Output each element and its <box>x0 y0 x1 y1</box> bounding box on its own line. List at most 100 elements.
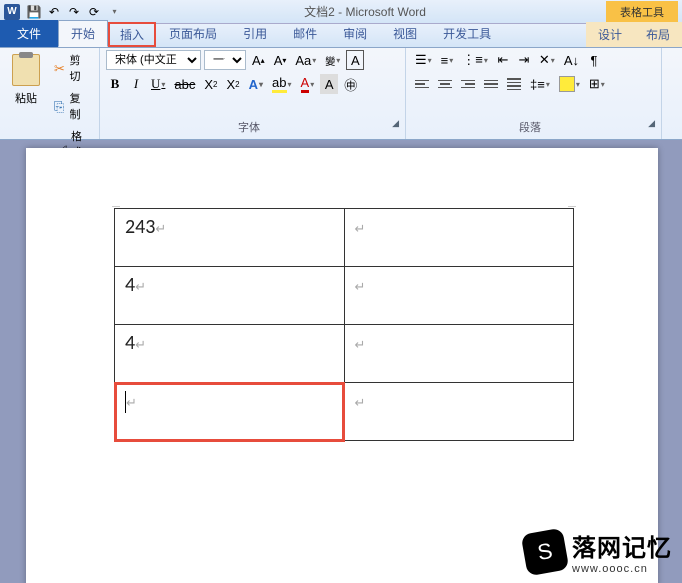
tab-review[interactable]: 审阅 <box>330 20 380 47</box>
enclose-characters-button[interactable]: ㊥ <box>341 74 360 94</box>
asian-layout-button[interactable]: ✕ <box>536 50 558 70</box>
paragraph-mark-icon: ↵ <box>135 338 146 353</box>
text-effects-button[interactable]: A <box>246 74 266 94</box>
italic-button[interactable]: I <box>127 74 145 94</box>
shading-button[interactable] <box>556 74 583 94</box>
contextual-tabs: 设计 布局 <box>586 22 682 47</box>
superscript-button[interactable]: X2 <box>224 74 243 94</box>
ribbon-group-clipboard: 粘贴 剪切 复制 格式刷 剪贴板◢ <box>0 48 100 139</box>
borders-button[interactable]: ⊞ <box>586 74 608 94</box>
bold-button[interactable]: B <box>106 74 124 94</box>
table-cell-active[interactable]: ↵ <box>115 383 345 441</box>
line-spacing-button[interactable]: ‡≡ <box>527 74 553 94</box>
highlight-button[interactable]: ab <box>269 74 294 94</box>
paragraph-mark-icon: ↵ <box>135 280 146 295</box>
tab-developer[interactable]: 开发工具 <box>430 20 504 47</box>
table-row: 243↵ ↵ <box>115 209 574 267</box>
cut-label: 剪切 <box>69 52 89 84</box>
decrease-indent-button[interactable]: ⇤ <box>494 50 512 70</box>
ribbon-group-font: 宋体 (中文正 一号 A▴ A▾ Aa 變 A B I U abc X2 X2 … <box>100 48 406 139</box>
font-size-select[interactable]: 一号 <box>204 50 246 70</box>
character-shading-button[interactable]: A <box>320 74 338 94</box>
grow-font-button[interactable]: A▴ <box>249 50 268 70</box>
word-app-icon: W <box>4 4 20 20</box>
scissors-icon <box>54 61 66 75</box>
watermark-url: www.oooc.cn <box>572 563 672 575</box>
paragraph-mark-icon: ↵ <box>355 338 366 353</box>
show-hide-button[interactable]: ¶ <box>585 50 603 70</box>
table-row: 4↵ ↵ <box>115 325 574 383</box>
distribute-button[interactable] <box>504 74 524 94</box>
subscript-button[interactable]: X2 <box>201 74 220 94</box>
copy-icon <box>54 99 66 113</box>
table-cell[interactable]: 243↵ <box>115 209 345 267</box>
qat-redo-button[interactable]: ↷ <box>65 3 83 21</box>
multilevel-list-button[interactable]: ⋮≡ <box>459 50 491 70</box>
change-case-button[interactable]: Aa <box>292 50 319 70</box>
doc-name: 文档2 <box>304 5 335 19</box>
font-group-label: 字体 <box>238 122 260 134</box>
tab-references[interactable]: 引用 <box>230 20 280 47</box>
justify-button[interactable] <box>481 74 501 94</box>
ribbon-tabs: 文件 开始 插入 页面布局 引用 邮件 审阅 视图 开发工具 设计 布局 <box>0 24 682 48</box>
align-right-button[interactable] <box>458 74 478 94</box>
watermark: S 落网记忆 www.oooc.cn <box>524 528 672 575</box>
qat-refresh-button[interactable]: ⟳ <box>85 3 103 21</box>
paragraph-mark-icon: ↵ <box>355 222 366 237</box>
align-left-button[interactable] <box>412 74 432 94</box>
tab-home[interactable]: 开始 <box>58 20 108 47</box>
phonetic-guide-button[interactable]: 變 <box>322 50 343 70</box>
ribbon: 粘贴 剪切 复制 格式刷 剪贴板◢ 宋体 (中文正 一号 A▴ A▾ Aa 變 … <box>0 48 682 140</box>
paragraph-mark-icon: ↵ <box>155 222 166 237</box>
table-cell[interactable]: 4↵ <box>115 325 345 383</box>
watermark-logo-icon: S <box>521 527 570 576</box>
paragraph-mark-icon: ↵ <box>126 396 137 411</box>
app-name: Microsoft Word <box>345 5 425 19</box>
tab-table-design[interactable]: 设计 <box>586 22 634 47</box>
document-page[interactable]: 243↵ ↵ 4↵ ↵ 4↵ ↵ ↵ ↵ <box>26 148 658 583</box>
align-center-button[interactable] <box>435 74 455 94</box>
tab-page-layout[interactable]: 页面布局 <box>156 20 230 47</box>
sort-button[interactable]: A↓ <box>561 50 582 70</box>
tab-file[interactable]: 文件 <box>0 20 58 47</box>
bullets-button[interactable]: ☰ <box>412 50 435 70</box>
qat-customize-button[interactable] <box>105 3 123 21</box>
cut-button[interactable]: 剪切 <box>50 50 93 86</box>
shading-color-icon <box>559 76 575 92</box>
copy-button[interactable]: 复制 <box>50 88 93 124</box>
watermark-main-text: 落网记忆 <box>572 528 672 563</box>
qat-save-button[interactable]: 💾 <box>25 3 43 21</box>
tab-mailings[interactable]: 邮件 <box>280 20 330 47</box>
underline-button[interactable]: U <box>148 74 168 94</box>
tab-table-layout[interactable]: 布局 <box>634 22 682 47</box>
character-border-button[interactable]: A <box>346 50 364 70</box>
table-tools-contextual-tab: 表格工具 <box>606 1 678 23</box>
table-row: ↵ ↵ <box>115 383 574 441</box>
document-table[interactable]: 243↵ ↵ 4↵ ↵ 4↵ ↵ ↵ ↵ <box>114 208 574 441</box>
window-title: 文档2 - Microsoft Word <box>124 3 606 20</box>
document-area: 243↵ ↵ 4↵ ↵ 4↵ ↵ ↵ ↵ <box>0 140 682 583</box>
paragraph-dialog-launcher[interactable]: ◢ <box>648 118 655 129</box>
tab-insert[interactable]: 插入 <box>108 22 156 47</box>
ribbon-group-paragraph: ☰ ≡ ⋮≡ ⇤ ⇥ ✕ A↓ ¶ ‡≡ ⊞ 段落 ◢ <box>406 48 662 139</box>
paste-button[interactable]: 粘贴 <box>6 50 46 110</box>
paragraph-mark-icon: ↵ <box>355 280 366 295</box>
table-cell[interactable]: ↵ <box>344 267 574 325</box>
numbering-button[interactable]: ≡ <box>438 50 457 70</box>
qat-undo-button[interactable]: ↶ <box>45 3 63 21</box>
tab-view[interactable]: 视图 <box>380 20 430 47</box>
paragraph-group-label: 段落 <box>519 122 541 134</box>
increase-indent-button[interactable]: ⇥ <box>515 50 533 70</box>
table-row: 4↵ ↵ <box>115 267 574 325</box>
table-cell[interactable]: ↵ <box>344 383 574 441</box>
paste-label: 粘贴 <box>15 90 37 106</box>
font-dialog-launcher[interactable]: ◢ <box>392 118 399 129</box>
strikethrough-button[interactable]: abc <box>171 74 198 94</box>
table-cell[interactable]: ↵ <box>344 325 574 383</box>
shrink-font-button[interactable]: A▾ <box>271 50 290 70</box>
paragraph-mark-icon: ↵ <box>355 396 366 411</box>
font-color-button[interactable]: A <box>298 74 318 94</box>
table-cell[interactable]: 4↵ <box>115 267 345 325</box>
font-name-select[interactable]: 宋体 (中文正 <box>106 50 201 70</box>
table-cell[interactable]: ↵ <box>344 209 574 267</box>
